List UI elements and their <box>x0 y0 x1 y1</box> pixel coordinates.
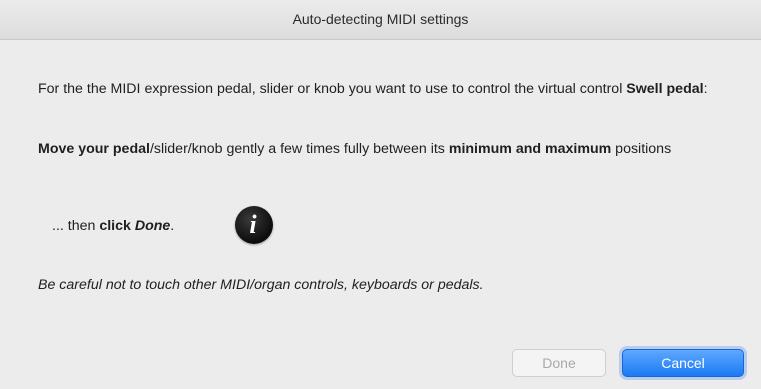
p2-mid: /slider/knob gently a few times fully be… <box>149 141 449 157</box>
title-bar: Auto-detecting MIDI settings <box>0 0 761 40</box>
window-title: Auto-detecting MIDI settings <box>292 10 469 27</box>
cancel-button[interactable]: Cancel <box>622 349 744 377</box>
p2-suffix: positions <box>611 141 672 157</box>
p3-prefix: ... then <box>52 218 100 234</box>
info-icon[interactable]: i <box>235 206 273 244</box>
done-button[interactable]: Done <box>512 349 606 377</box>
dialog-content: For the the MIDI expression pedal, slide… <box>0 40 761 389</box>
p1-prefix: For the the MIDI expression pedal, slide… <box>38 81 627 97</box>
control-name: Swell pedal <box>626 81 704 97</box>
p2-bold-move: Move your pedal <box>38 141 150 157</box>
p3-bold-click: click <box>99 218 135 234</box>
p3-done-word: Done <box>134 218 171 234</box>
p2-bold-range: minimum and maximum <box>448 141 612 157</box>
warning-note: Be careful not to touch other MIDI/organ… <box>38 277 484 293</box>
p1-suffix: : <box>703 81 708 97</box>
info-icon-glyph: i <box>249 210 257 239</box>
instruction-click-done: ... then click Done. <box>52 217 174 236</box>
instruction-move-pedal: Move your pedal/slider/knob gently a few… <box>38 140 750 159</box>
dialog-window: Auto-detecting MIDI settings For the the… <box>0 0 761 389</box>
instruction-target-control: For the the MIDI expression pedal, slide… <box>38 80 750 99</box>
p3-suffix: . <box>170 218 175 234</box>
